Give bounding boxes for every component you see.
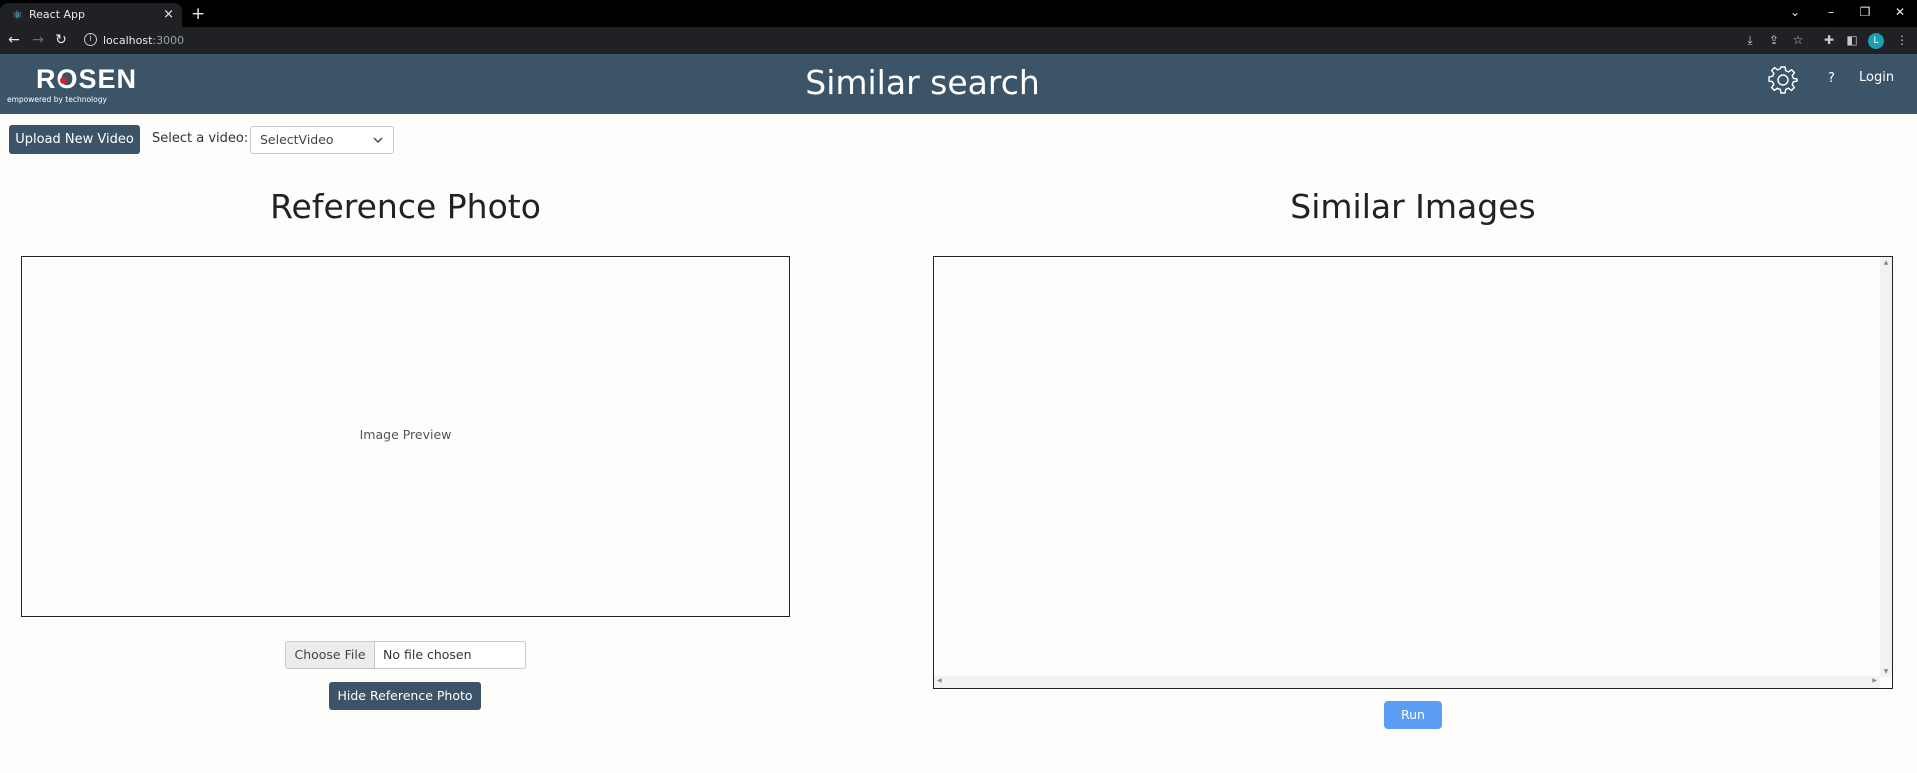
chevron-down-icon [373, 127, 383, 164]
share-icon[interactable]: ⇪ [1765, 27, 1783, 54]
choose-file-button[interactable]: Choose File [286, 642, 375, 668]
site-info-icon[interactable]: i [84, 33, 97, 46]
hide-reference-photo-button[interactable]: Hide Reference Photo [329, 682, 481, 710]
similar-images-title: Similar Images [1290, 187, 1536, 226]
video-select-value: SelectVideo [260, 132, 334, 147]
image-preview-placeholder: Image Preview [359, 427, 452, 442]
tab-search-chevron-icon[interactable]: ⌄ [1780, 0, 1810, 27]
similar-images-results: ▲ ▼ ◀ ▶ [933, 256, 1893, 689]
page-title: Similar search [805, 63, 1040, 102]
tab-close-icon[interactable]: × [163, 3, 174, 27]
browser-toolbar: ← → ↻ i localhost:3000 ⤓ ⇪ ☆ ✚ ◧ L ⋮ [0, 27, 1917, 54]
select-video-label: Select a video: [152, 131, 249, 146]
minimize-icon[interactable]: – [1816, 0, 1846, 27]
scroll-down-icon[interactable]: ▼ [1880, 668, 1892, 675]
browser-tab[interactable]: ⚛ React App × [0, 3, 182, 27]
file-input[interactable]: Choose File No file chosen [285, 641, 526, 669]
app-header: ROSEN empowered by technology Similar se… [0, 54, 1917, 114]
upload-new-video-button[interactable]: Upload New Video [9, 125, 140, 154]
scroll-right-icon[interactable]: ▶ [1872, 677, 1877, 684]
reload-icon[interactable]: ↻ [51, 27, 71, 54]
back-icon[interactable]: ← [4, 27, 24, 54]
profile-avatar[interactable]: L [1868, 33, 1884, 49]
react-favicon-icon: ⚛ [12, 8, 23, 22]
restore-icon[interactable]: ❐ [1850, 0, 1880, 27]
help-button[interactable]: ? [1828, 67, 1835, 91]
tab-title: React App [29, 8, 86, 21]
url-text[interactable]: localhost:3000 [103, 30, 184, 51]
forward-icon[interactable]: → [28, 27, 48, 54]
extensions-icon[interactable]: ✚ [1820, 27, 1838, 54]
scroll-left-icon[interactable]: ◀ [937, 677, 942, 684]
horizontal-scrollbar[interactable]: ◀ ▶ [934, 676, 1880, 688]
close-window-icon[interactable]: ✕ [1885, 0, 1915, 27]
settings-gear-icon[interactable] [1768, 65, 1798, 95]
run-button[interactable]: Run [1384, 701, 1442, 729]
browser-tabstrip: ⚛ React App × + ⌄ – ❐ ✕ [0, 0, 1917, 27]
side-panel-icon[interactable]: ◧ [1843, 27, 1861, 54]
login-button[interactable]: Login [1859, 66, 1894, 90]
bookmark-star-icon[interactable]: ☆ [1789, 27, 1807, 54]
vertical-scrollbar[interactable]: ▲ ▼ [1880, 257, 1892, 677]
video-select-dropdown[interactable]: SelectVideo [250, 126, 394, 154]
browser-menu-icon[interactable]: ⋮ [1893, 27, 1911, 54]
install-app-icon[interactable]: ⤓ [1741, 27, 1759, 54]
image-preview-area: Image Preview [21, 256, 790, 617]
new-tab-button[interactable]: + [191, 3, 205, 25]
scroll-up-icon[interactable]: ▲ [1880, 259, 1892, 266]
address-bar[interactable]: i localhost:3000 [80, 30, 1835, 51]
reference-photo-title: Reference Photo [270, 187, 541, 226]
file-status-text: No file chosen [383, 647, 472, 662]
